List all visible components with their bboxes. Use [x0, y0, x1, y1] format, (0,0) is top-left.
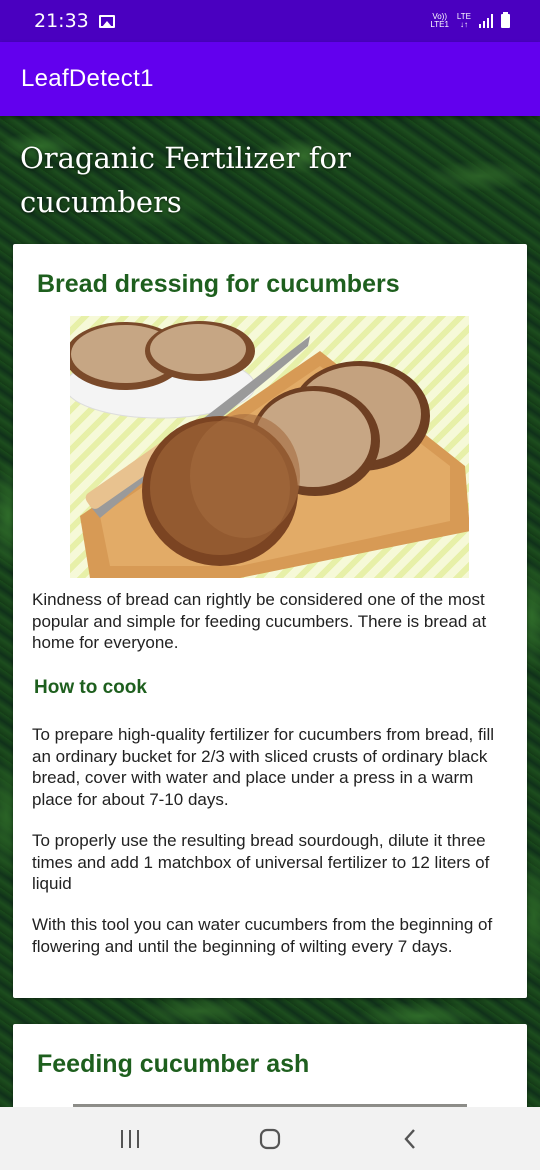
bread-image [70, 316, 469, 578]
status-left: 21:33 [34, 10, 115, 32]
intro-text: Kindness of bread can rightly be conside… [32, 590, 487, 652]
status-bar: 21:33 Vo)) LTE1 LTE ↓↑ [0, 0, 540, 42]
feeding-ash-card: Feeding cucumber ash [13, 1024, 527, 1107]
paragraph-3: With this tool you can water cucumbers f… [32, 915, 493, 956]
paragraph-1: To prepare high-quality fertilizer for c… [32, 725, 495, 809]
lte-indicator: LTE ↓↑ [457, 13, 471, 29]
navigation-bar [0, 1107, 540, 1170]
volte-indicator: Vo)) LTE1 [430, 13, 449, 29]
bread-illustration [70, 321, 469, 578]
back-button[interactable] [390, 1119, 430, 1159]
signal-icon [479, 14, 493, 28]
how-to-cook-heading: How to cook [34, 677, 147, 698]
paragraph-2: To properly use the resulting bread sour… [32, 831, 490, 893]
recents-icon [121, 1129, 139, 1148]
scroll-content[interactable]: Oraganic Fertilizer for cucumbers Bread … [0, 116, 540, 1107]
home-button[interactable] [250, 1119, 290, 1159]
battery-icon [501, 12, 510, 28]
home-icon [259, 1128, 281, 1149]
page-heading: Oraganic Fertilizer for cucumbers [20, 141, 351, 219]
app-bar: LeafDetect1 [0, 42, 540, 116]
bread-dressing-card: Bread dressing for cucumbers Kindness of… [13, 244, 527, 998]
status-right: Vo)) LTE1 LTE ↓↑ [430, 12, 510, 29]
data-arrows-icon: ↓↑ [459, 20, 468, 29]
lte1-label: LTE1 [430, 20, 449, 29]
card-title: Bread dressing for cucumbers [37, 270, 400, 298]
gallery-notification-icon [98, 14, 115, 28]
card-title: Feeding cucumber ash [37, 1050, 310, 1078]
back-icon [404, 1128, 415, 1149]
recents-button[interactable] [110, 1119, 150, 1159]
status-time: 21:33 [34, 10, 89, 32]
app-title: LeafDetect1 [21, 65, 154, 92]
